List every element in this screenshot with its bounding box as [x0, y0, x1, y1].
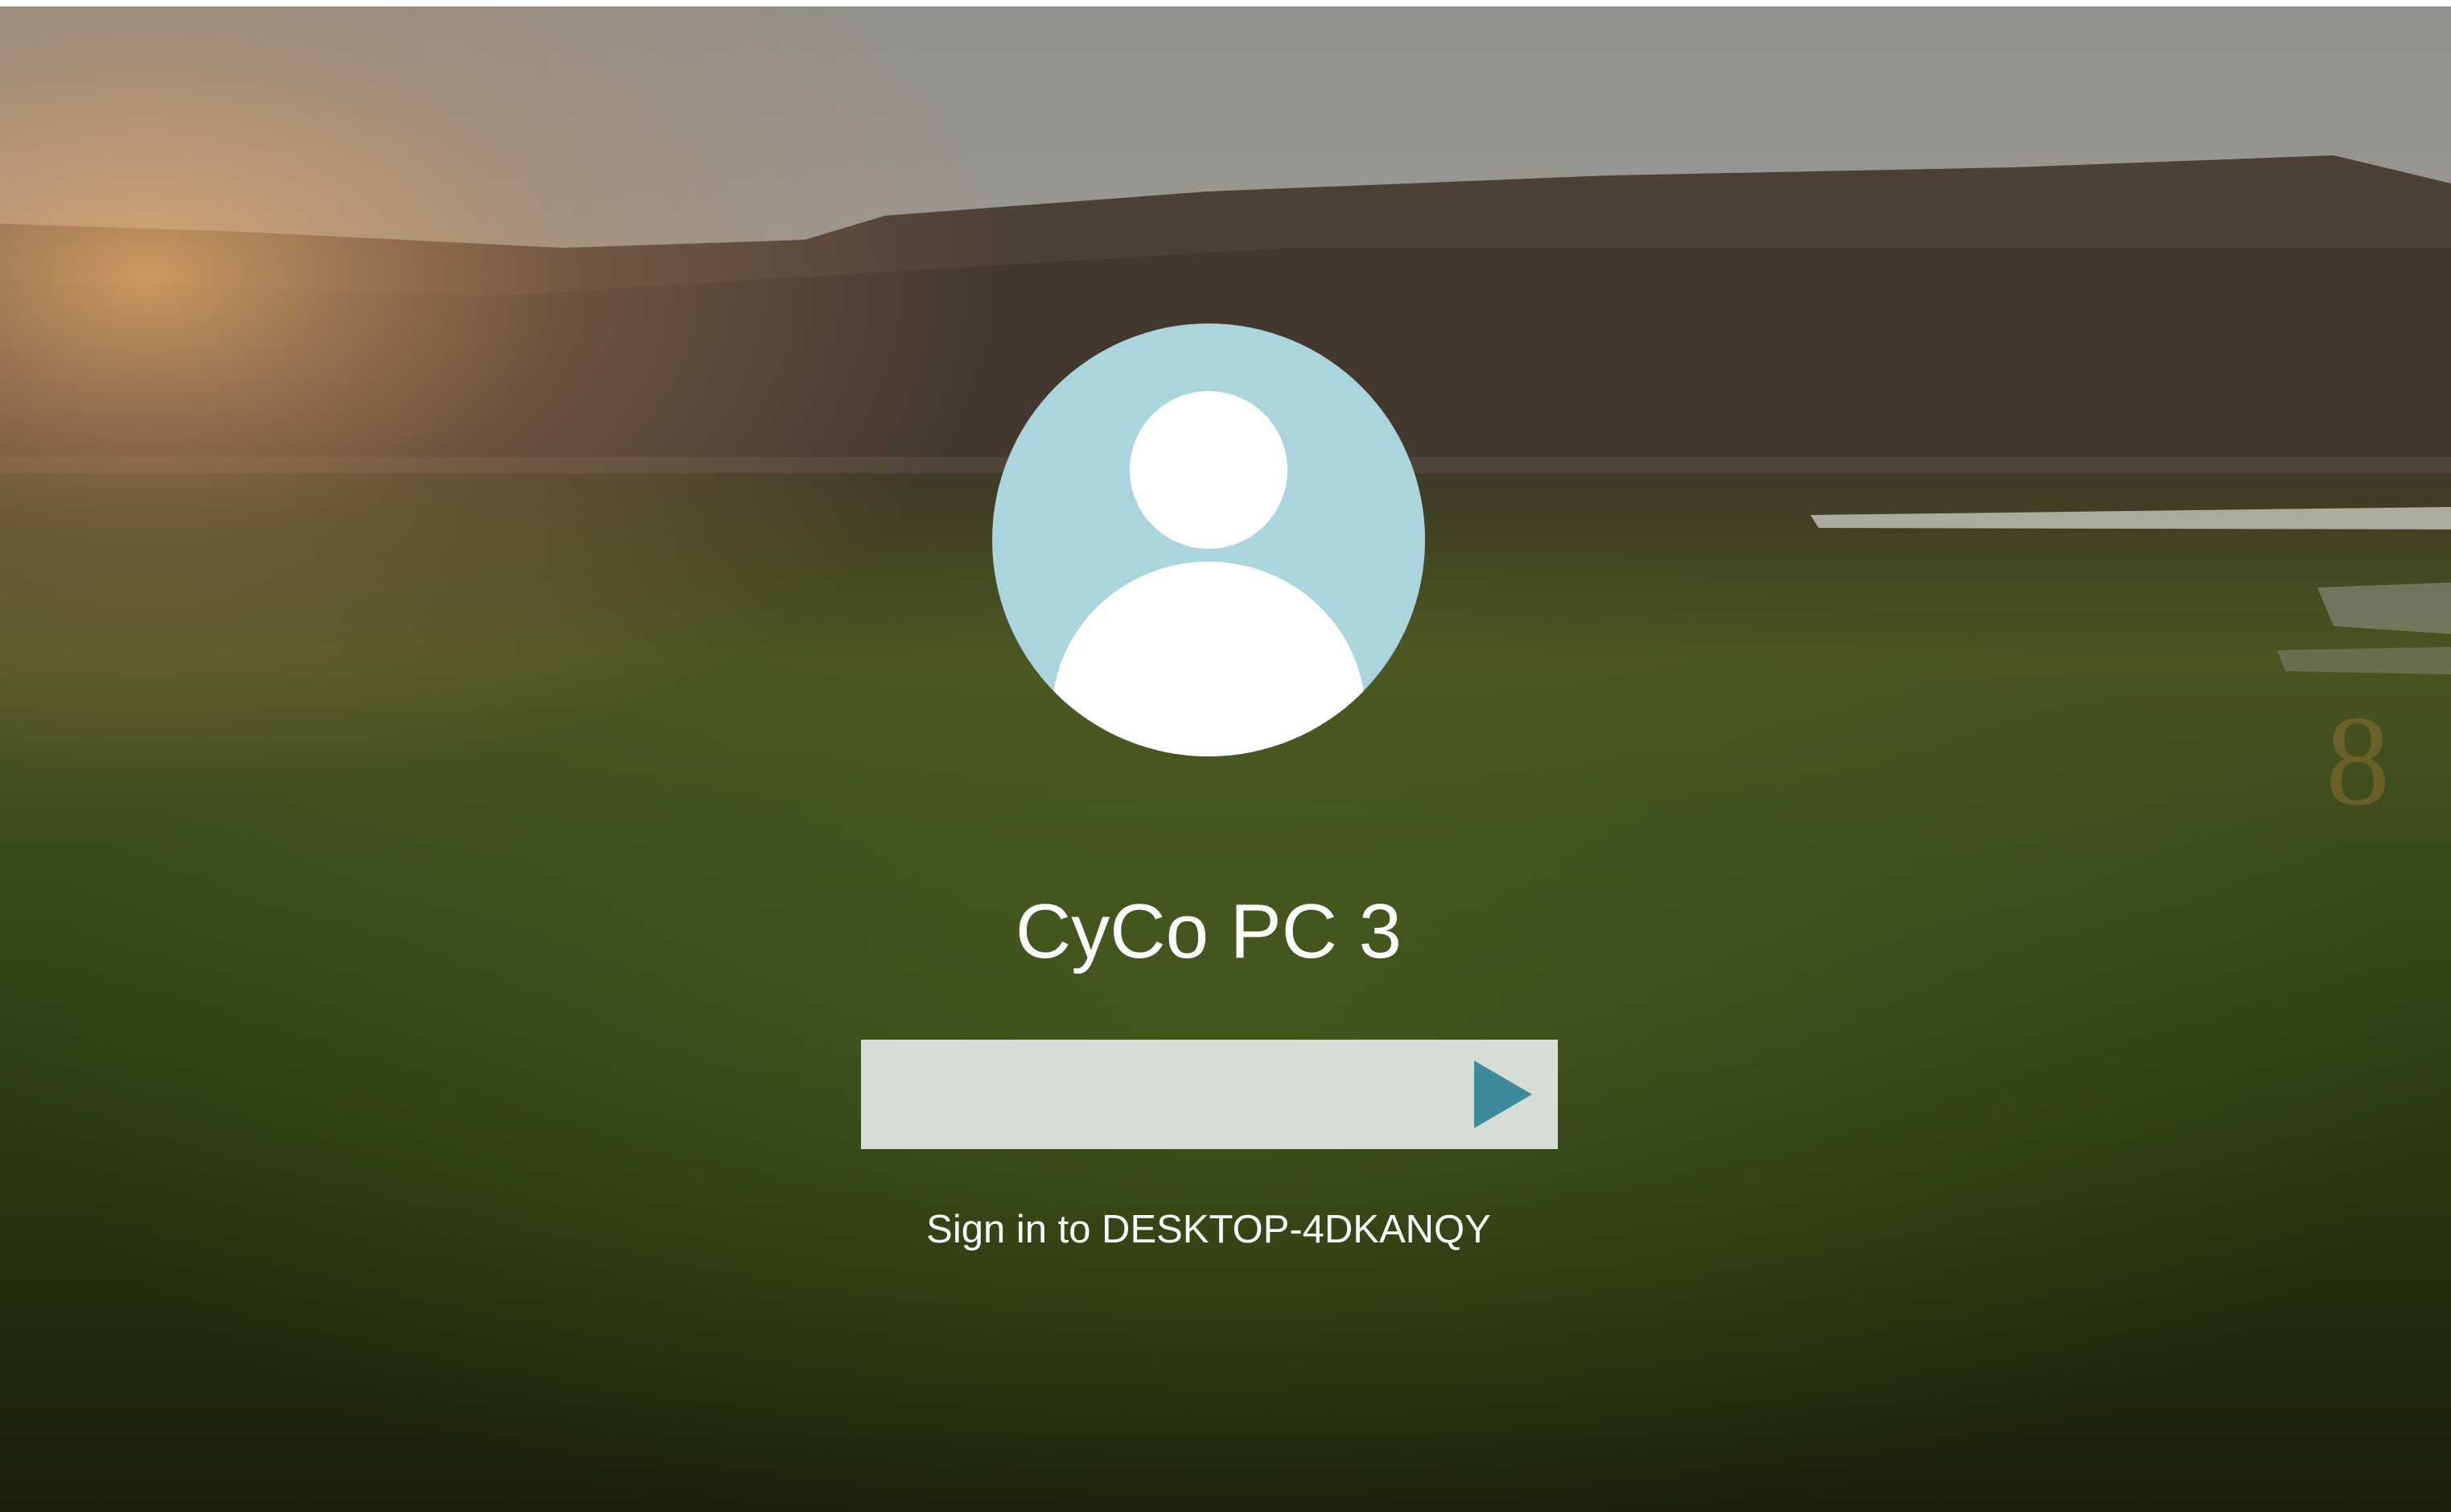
- arrow-right-icon[interactable]: [1463, 1054, 1543, 1135]
- user-avatar: [992, 323, 1425, 756]
- password-field-container[interactable]: [861, 1040, 1558, 1149]
- wallpaper-watermark-glyph: 8: [2325, 689, 2390, 832]
- user-silhouette-icon-body: [1052, 562, 1366, 756]
- password-input[interactable]: [861, 1040, 1440, 1149]
- user-silhouette-icon-head: [1130, 391, 1287, 549]
- signin-target-label: Sign in to DESKTOP-4DKANQY: [926, 1208, 1491, 1251]
- wallpaper-image: [0, 6, 2451, 1512]
- user-display-name: CyCo PC 3: [1015, 888, 1403, 974]
- lock-screen: CyCo PC 3 Sign in to DESKTOP-4DKANQY 8: [0, 6, 2451, 1512]
